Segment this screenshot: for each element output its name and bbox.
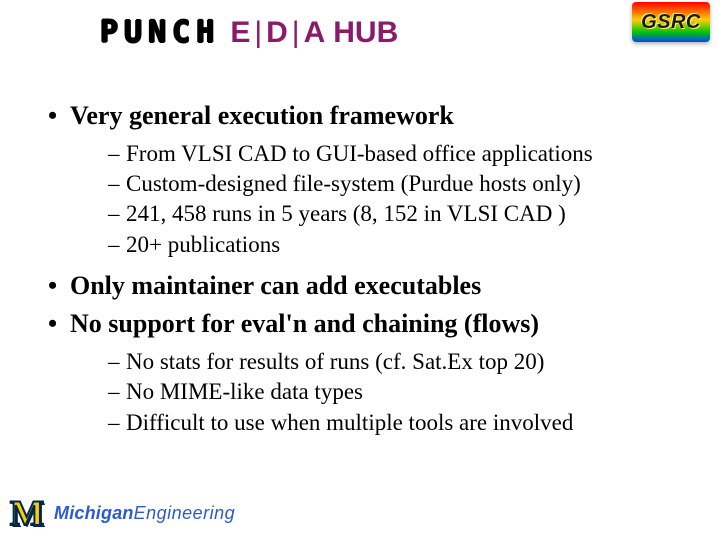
bullet-2: •Only maintainer can add executables — [48, 270, 690, 303]
bullet-1: •Very general execution framework — [48, 100, 690, 133]
bullet-dot-icon: • — [48, 308, 70, 341]
sub-item: –20+ publications — [108, 230, 690, 260]
michigan-word: Michigan — [54, 503, 134, 523]
sub-text: No stats for results of runs (cf. Sat.Ex… — [126, 349, 544, 374]
dash-icon: – — [108, 347, 126, 377]
eda-hub: HUB — [333, 16, 398, 49]
engineering-word: Engineering — [134, 503, 236, 523]
bullet-3-subs: –No stats for results of runs (cf. Sat.E… — [108, 347, 690, 438]
pipe-icon: | — [292, 16, 302, 49]
dash-icon: – — [108, 199, 126, 229]
block-m-letter: M — [6, 492, 48, 534]
bullet-3: •No support for eval'n and chaining (flo… — [48, 308, 690, 341]
michigan-engineering-text: MichiganEngineering — [54, 503, 235, 524]
bullet-dot-icon: • — [48, 100, 70, 133]
sub-item: –No MIME-like data types — [108, 377, 690, 407]
slide-content: •Very general execution framework –From … — [48, 100, 690, 438]
sub-text: Custom-designed file-system (Purdue host… — [126, 171, 581, 196]
sub-text: 241, 458 runs in 5 years (8, 152 in VLSI… — [126, 201, 566, 226]
pipe-icon: | — [254, 16, 264, 49]
eda-hub-logo-text: E|D|AHUB — [230, 16, 398, 50]
sub-item: –From VLSI CAD to GUI-based office appli… — [108, 139, 690, 169]
sub-text: 20+ publications — [126, 232, 280, 257]
dash-icon: – — [108, 408, 126, 438]
title-block: PUNCH E|D|AHUB — [100, 15, 398, 50]
michigan-m-icon: M — [6, 492, 48, 534]
sub-text: No MIME-like data types — [126, 379, 363, 404]
eda-d: D — [266, 16, 290, 49]
sub-item: –241, 458 runs in 5 years (8, 152 in VLS… — [108, 199, 690, 229]
dash-icon: – — [108, 230, 126, 260]
bullet-dot-icon: • — [48, 270, 70, 303]
dash-icon: – — [108, 377, 126, 407]
sub-item: –Difficult to use when multiple tools ar… — [108, 408, 690, 438]
bullet-1-subs: –From VLSI CAD to GUI-based office appli… — [108, 139, 690, 260]
eda-a: A — [304, 16, 328, 49]
punch-logo-text: PUNCH — [100, 15, 220, 50]
gsrc-text: GSRC — [641, 11, 701, 34]
bullet-1-text: Very general execution framework — [70, 101, 454, 130]
sub-text: Difficult to use when multiple tools are… — [126, 410, 573, 435]
footer-logo: M MichiganEngineering — [6, 492, 235, 534]
eda-e: E — [230, 16, 252, 49]
dash-icon: – — [108, 139, 126, 169]
bullet-2-text: Only maintainer can add executables — [70, 271, 481, 300]
bullet-3-text: No support for eval'n and chaining (flow… — [70, 309, 539, 338]
sub-item: –Custom-designed file-system (Purdue hos… — [108, 169, 690, 199]
gsrc-logo: GSRC — [632, 2, 710, 42]
dash-icon: – — [108, 169, 126, 199]
slide-header: PUNCH E|D|AHUB GSRC — [0, 0, 720, 80]
sub-text: From VLSI CAD to GUI-based office applic… — [126, 141, 593, 166]
sub-item: –No stats for results of runs (cf. Sat.E… — [108, 347, 690, 377]
